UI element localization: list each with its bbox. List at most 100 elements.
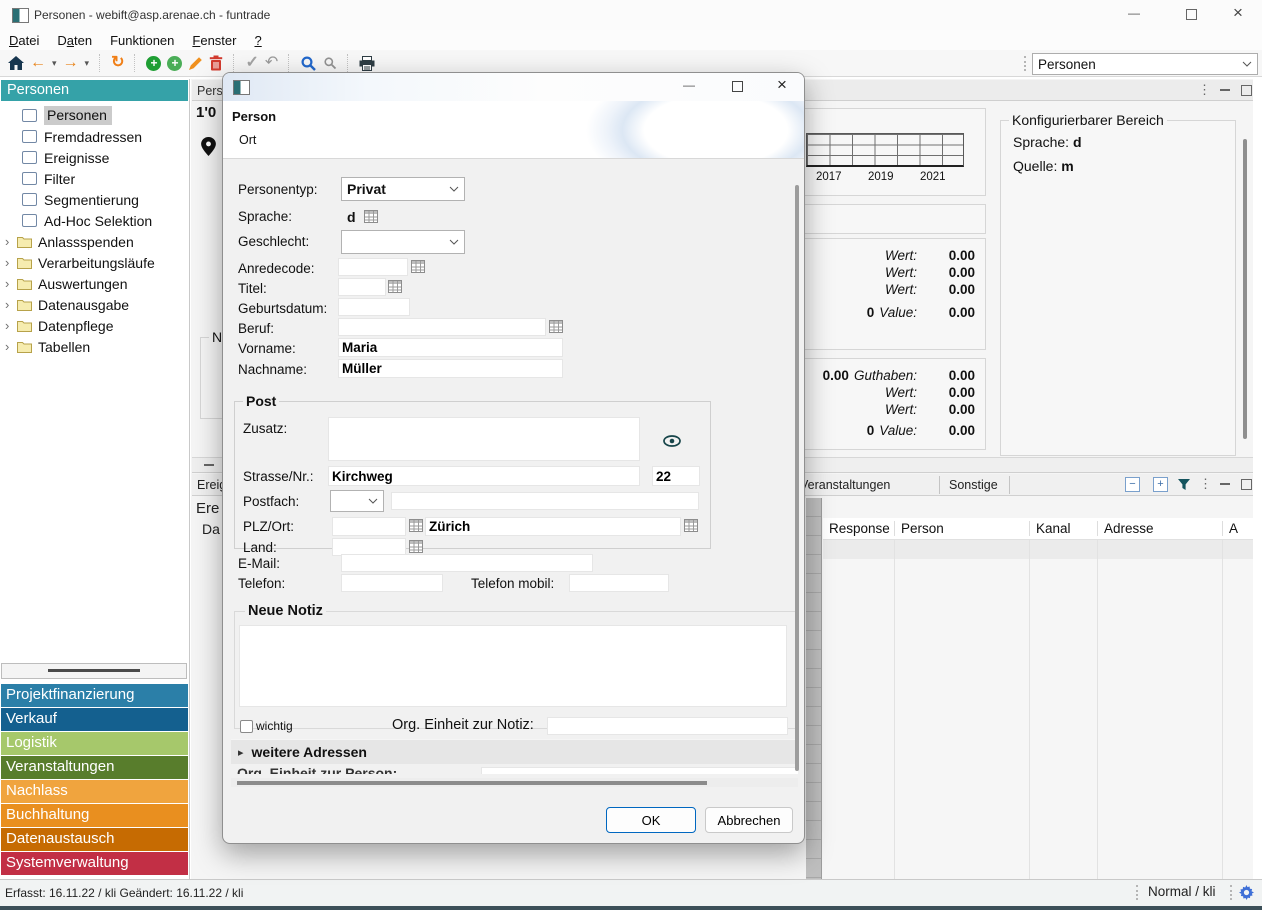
module-verkauf[interactable]: Verkauf: [1, 708, 188, 731]
wichtig-checkbox[interactable]: [240, 720, 253, 733]
postfach-field[interactable]: [391, 492, 699, 510]
menu-item-datei[interactable]: Datei: [0, 33, 48, 48]
search-secondary-icon[interactable]: [323, 56, 337, 70]
confirm-check-icon[interactable]: ✓: [245, 55, 258, 71]
personentyp-select[interactable]: Privat: [341, 177, 465, 201]
panel-minimize-icon[interactable]: [1220, 89, 1230, 91]
edit-pencil-icon[interactable]: [188, 56, 203, 71]
strasse-field[interactable]: [328, 466, 640, 486]
back-icon[interactable]: ←: [30, 55, 46, 71]
module-buchhaltung[interactable]: Buchhaltung: [1, 804, 188, 827]
notiz-textarea[interactable]: [239, 625, 787, 707]
right-panel-scrollbar[interactable]: [1243, 139, 1247, 439]
land-lookup-icon[interactable]: [409, 540, 423, 553]
tab-veranstaltungen[interactable]: Veranstaltungen: [800, 478, 890, 492]
sidebar-item-verarbeitungslaeufe[interactable]: › Verarbeitungsläufe: [0, 252, 189, 273]
preview-eye-icon[interactable]: [663, 435, 681, 447]
titel-lookup-icon[interactable]: [388, 280, 402, 293]
geburtsdatum-field[interactable]: [338, 298, 410, 316]
ort-lookup-icon[interactable]: [684, 519, 698, 532]
dialog-step-subtitle[interactable]: Ort: [239, 133, 256, 147]
panel-minimize-icon[interactable]: [1220, 483, 1230, 485]
sprache-lookup-icon[interactable]: [364, 210, 378, 223]
plz-lookup-icon[interactable]: [409, 519, 423, 532]
sidebar-item-adhoc-selektion[interactable]: Ad-Hoc Selektion: [0, 210, 189, 231]
forward-dropdown-icon[interactable]: ▾: [85, 58, 90, 69]
sidebar-splitter[interactable]: [1, 663, 187, 679]
forward-icon[interactable]: →: [63, 55, 79, 71]
tree-chevron-icon[interactable]: ›: [5, 276, 17, 291]
refresh-icon[interactable]: ↻: [111, 55, 124, 71]
sidebar-item-filter[interactable]: Filter: [0, 168, 189, 189]
module-nachlass[interactable]: Nachlass: [1, 780, 188, 803]
telefon-mobil-field[interactable]: [569, 574, 669, 592]
menu-item-fenster[interactable]: Fenster: [183, 33, 245, 48]
module-veranstaltungen[interactable]: Veranstaltungen: [1, 756, 188, 779]
email-field[interactable]: [341, 554, 593, 572]
settings-gear-icon[interactable]: [1239, 885, 1254, 900]
geschlecht-select[interactable]: [341, 230, 465, 254]
tree-chevron-icon[interactable]: ›: [5, 297, 17, 312]
tree-chevron-icon[interactable]: ›: [5, 339, 17, 354]
tree-chevron-icon[interactable]: ›: [5, 234, 17, 249]
sidebar-item-datenpflege[interactable]: › Datenpflege: [0, 315, 189, 336]
weitere-adressen-expander[interactable]: ▸ weitere Adressen: [231, 739, 798, 764]
sidebar-item-personen[interactable]: Personen: [0, 105, 189, 126]
tab-sonstige[interactable]: Sonstige: [949, 478, 998, 492]
clipped-field[interactable]: [481, 767, 798, 774]
sidebar-item-segmentierung[interactable]: Segmentierung: [0, 189, 189, 210]
column-header-kanal[interactable]: Kanal: [1030, 521, 1098, 536]
panel-maximize-icon[interactable]: [1241, 85, 1252, 96]
module-logistik[interactable]: Logistik: [1, 732, 188, 755]
search-icon[interactable]: [300, 55, 317, 72]
window-maximize-button[interactable]: [1186, 9, 1197, 20]
module-datenaustausch[interactable]: Datenaustausch: [1, 828, 188, 851]
dialog-horizontal-scrollbar[interactable]: [231, 778, 798, 787]
anredecode-field[interactable]: [338, 258, 408, 276]
titel-field[interactable]: [338, 278, 386, 296]
cancel-button[interactable]: Abbrechen: [705, 807, 793, 833]
module-systemverwaltung[interactable]: Systemverwaltung: [1, 852, 188, 875]
sidebar-item-datenausgabe[interactable]: › Datenausgabe: [0, 294, 189, 315]
scrollbar-thumb[interactable]: [237, 781, 707, 785]
telefon-field[interactable]: [341, 574, 443, 592]
sidebar-item-ereignisse[interactable]: Ereignisse: [0, 147, 189, 168]
ok-button[interactable]: OK: [606, 807, 696, 833]
add-icon[interactable]: +: [146, 56, 161, 71]
menu-item-funktionen[interactable]: Funktionen: [101, 33, 183, 48]
hausnummer-field[interactable]: [652, 466, 700, 486]
org-einheit-notiz-field[interactable]: [547, 717, 788, 735]
nachname-field[interactable]: [338, 359, 563, 378]
map-pin-icon[interactable]: [201, 137, 216, 156]
panel-maximize-icon[interactable]: [1241, 479, 1252, 490]
column-header-adresse[interactable]: Adresse: [1098, 521, 1223, 536]
column-header-person[interactable]: Person: [895, 521, 1030, 536]
back-dropdown-icon[interactable]: ▾: [52, 58, 57, 69]
expand-all-icon[interactable]: +: [1153, 477, 1168, 492]
tree-chevron-icon[interactable]: ›: [5, 255, 17, 270]
dialog-title-bar[interactable]: — ×: [223, 73, 805, 101]
sidebar-item-tabellen[interactable]: › Tabellen: [0, 336, 189, 357]
panel-menu-kebab-icon[interactable]: ⋮: [1198, 83, 1211, 96]
postfach-select[interactable]: [330, 490, 384, 512]
menu-item-daten[interactable]: Daten: [48, 33, 101, 48]
sidebar-item-auswertungen[interactable]: › Auswertungen: [0, 273, 189, 294]
tree-chevron-icon[interactable]: ›: [5, 318, 17, 333]
sidebar-item-fremdadressen[interactable]: Fremdadressen: [0, 126, 189, 147]
ort-field[interactable]: [425, 517, 681, 536]
plz-field[interactable]: [332, 517, 406, 536]
column-header-a[interactable]: A: [1223, 521, 1245, 536]
toolbar-drag-handle[interactable]: [1024, 56, 1029, 71]
print-icon[interactable]: [359, 56, 375, 71]
filter-funnel-icon[interactable]: [1177, 478, 1191, 492]
dialog-vertical-scrollbar[interactable]: [795, 185, 799, 771]
add-copy-icon[interactable]: +: [167, 56, 182, 71]
vorname-field[interactable]: [338, 338, 563, 357]
dialog-close-button[interactable]: ×: [777, 75, 787, 95]
collapse-all-icon[interactable]: −: [1125, 477, 1140, 492]
zusatz-field[interactable]: [328, 417, 640, 461]
undo-icon[interactable]: ↶: [265, 55, 278, 71]
delete-trash-icon[interactable]: [209, 55, 223, 71]
column-header-response[interactable]: Response: [823, 521, 895, 536]
window-close-button[interactable]: ×: [1233, 3, 1243, 23]
